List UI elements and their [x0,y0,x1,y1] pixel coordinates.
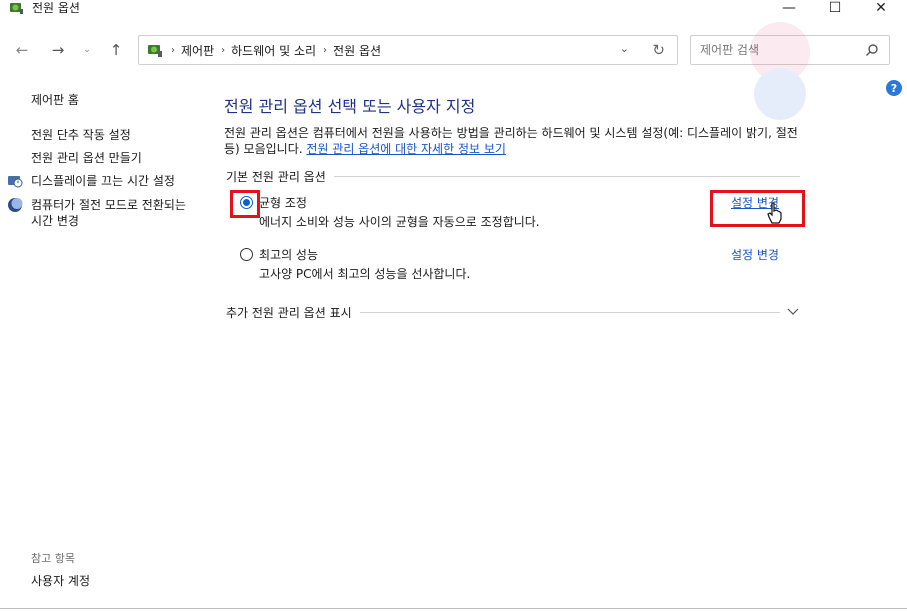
plan-name-high-performance[interactable]: 최고의 성능 [259,246,318,263]
sidebar-power-button-settings[interactable]: 전원 단추 작동 설정 [31,127,131,143]
close-button[interactable]: ✕ [858,0,904,16]
breadcrumb-separator: › [221,44,226,56]
power-options-icon [10,3,23,14]
breadcrumb-separator: › [323,44,328,56]
see-also-heading: 참고 항목 [31,552,75,565]
refresh-button[interactable]: ↻ [652,41,665,59]
hand-cursor-icon [767,202,782,224]
sidebar-display-off-time[interactable]: 디스플레이를 끄는 시간 설정 [31,173,175,189]
change-settings-high-performance-link[interactable]: 설정 변경 [731,246,779,263]
plan-desc-high-performance: 고사양 PC에서 최고의 성능을 선사합니다. [259,267,471,281]
recent-locations-button[interactable]: ⌄ [80,38,94,62]
monitor-clock-icon [8,176,23,188]
breadcrumb-separator: › [171,44,175,56]
moon-icon [8,198,23,212]
sidebar-user-accounts[interactable]: 사용자 계정 [31,573,90,589]
sidebar-control-panel-home[interactable]: 제어판 홈 [31,92,79,108]
breadcrumb-power-options[interactable]: 전원 옵션 [333,42,381,59]
highlight-box-radio [230,190,260,218]
window-title: 전원 옵션 [32,1,80,15]
page-description: 전원 관리 옵션은 컴퓨터에서 전원을 사용하는 방법을 관리하는 하드웨어 및… [224,125,804,157]
help-button[interactable]: ? [886,80,902,96]
search-icon[interactable] [865,43,879,57]
back-button[interactable]: ← [10,38,34,62]
window-bottom-border [0,608,907,609]
plan-name-balanced[interactable]: 균형 조정 [259,194,307,211]
main-content: 전원 관리 옵션 선택 또는 사용자 지정 전원 관리 옵션은 컴퓨터에서 전원… [224,96,804,157]
sidebar-create-power-plan[interactable]: 전원 관리 옵션 만들기 [31,150,142,166]
chevron-down-icon[interactable] [786,304,800,318]
breadcrumb-hardware-sound[interactable]: 하드웨어 및 소리 [231,42,316,59]
learn-more-link[interactable]: 전원 관리 옵션에 대한 자세한 정보 보기 [306,142,506,156]
breadcrumb-control-panel[interactable]: 제어판 [181,42,214,59]
sidebar-sleep-time[interactable]: 컴퓨터가 절전 모드로 전환되는 시간 변경 [31,197,191,229]
address-bar[interactable]: › 제어판 › 하드웨어 및 소리 › 전원 옵션 ⌄ ↻ [138,35,678,65]
control-panel-icon [148,45,162,57]
show-additional-plans[interactable]: 추가 전원 관리 옵션 표시 [226,304,360,321]
preferred-plans-label: 기본 전원 관리 옵션 [226,168,334,185]
radio-high-performance[interactable] [240,248,253,261]
page-title: 전원 관리 옵션 선택 또는 사용자 지정 [224,97,476,116]
highlight-box-change-settings [710,190,805,227]
up-button[interactable]: ↑ [104,38,128,62]
plan-desc-balanced: 에너지 소비와 성능 사이의 균형을 자동으로 조정합니다. [259,215,540,229]
forward-button[interactable]: → [46,38,70,62]
address-dropdown-button[interactable]: ⌄ [620,42,629,55]
